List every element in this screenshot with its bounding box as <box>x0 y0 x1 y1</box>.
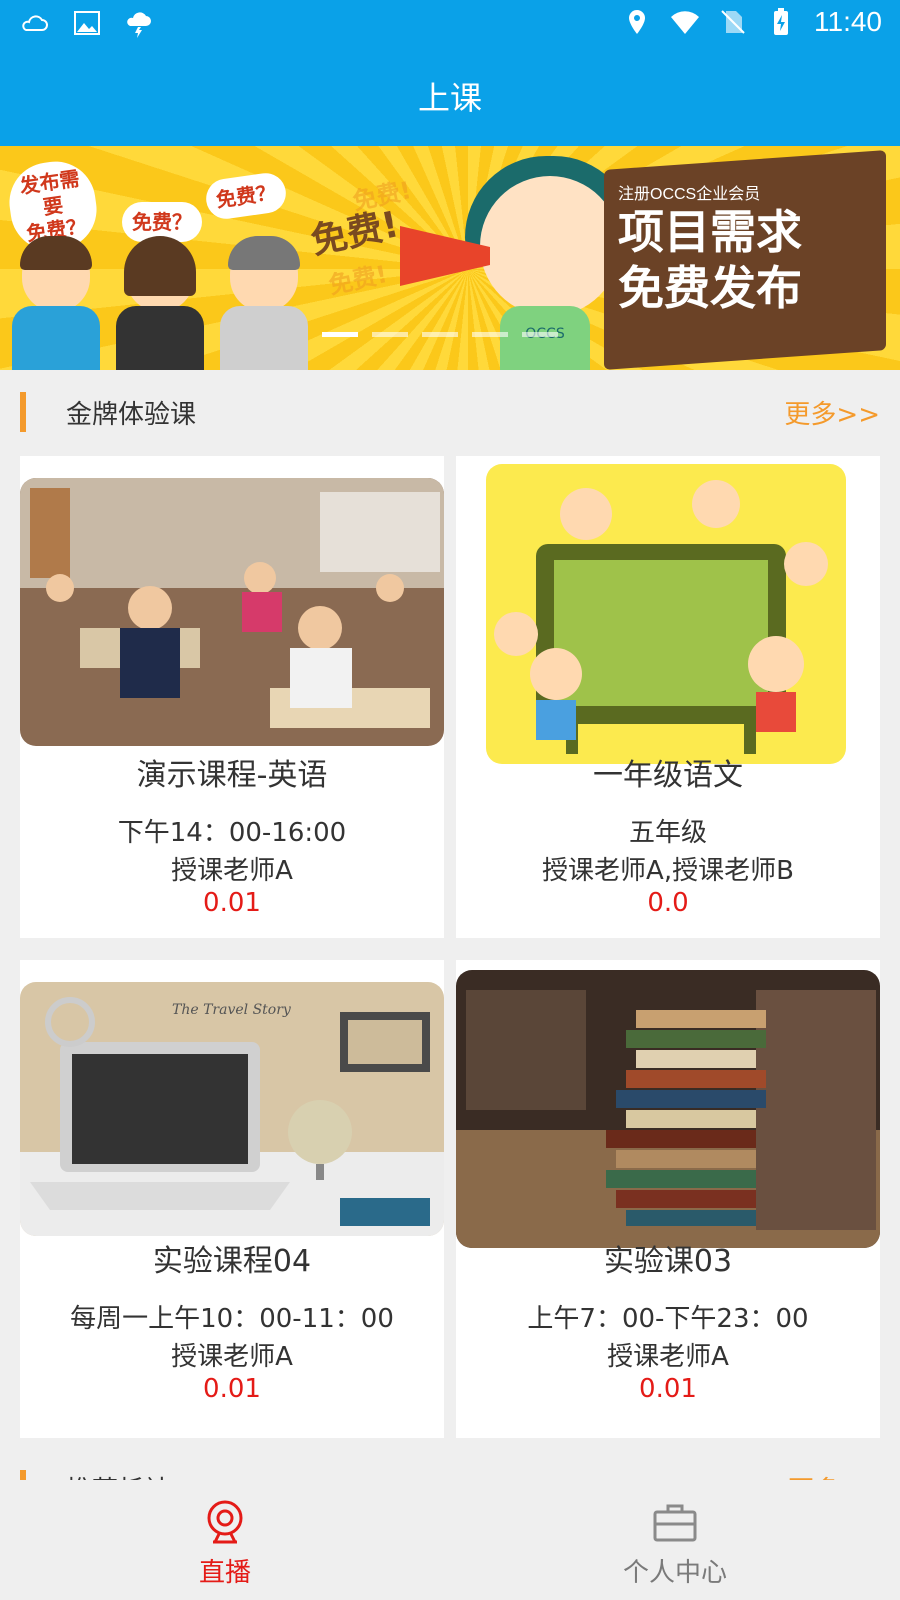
course-time: 下午14：00-16:00 <box>117 818 347 848</box>
status-bar: 11:40 <box>0 0 900 50</box>
course-teacher: 授课老师A,授课老师B <box>542 856 794 886</box>
course-teacher: 授课老师A <box>171 1342 293 1372</box>
course-card[interactable]: 演示课程-英语 下午14：00-16:00 授课老师A 0.01 <box>20 456 444 938</box>
course-name: 实验课03 <box>603 1244 733 1279</box>
section-title: 推荐析社 <box>66 1470 170 1480</box>
course-card[interactable]: 实验课03 上午7：00-下午23：00 授课老师A 0.01 <box>456 960 880 1438</box>
page-dot[interactable] <box>422 332 458 337</box>
banner-subhead: 注册OCCS企业会员 <box>618 186 761 203</box>
course-card[interactable]: 一年级语文 五年级 授课老师A,授课老师B 0.0 <box>456 456 880 938</box>
wifi-icon <box>671 11 699 34</box>
webcam-icon <box>207 1500 243 1544</box>
course-time: 每周一上午10：00-11：00 <box>70 1304 394 1334</box>
promo-banner[interactable]: 发布需要 免费？ 免费？ 免费？ 免费! 免费! 免费! OCCS 注册OCCS… <box>0 146 900 370</box>
course-price: 0.01 <box>203 1374 261 1404</box>
section-header-gold-courses: 金牌体验课 更多>> <box>0 370 900 456</box>
section-accent-bar <box>20 1470 26 1480</box>
more-link[interactable]: 更多 <box>788 1470 840 1480</box>
location-icon <box>629 10 645 34</box>
battery-charging-icon <box>774 8 788 35</box>
bottom-tab-bar: 直播 个人中心 <box>0 1480 900 1600</box>
cartoon-girl-face <box>480 176 620 316</box>
image-icon <box>74 11 100 35</box>
banner-headline-1: 项目需求 <box>618 205 802 259</box>
course-price: 0.0 <box>647 888 689 918</box>
page-dot[interactable] <box>322 332 358 337</box>
course-image-classroom <box>20 478 444 746</box>
tab-label: 个人中心 <box>622 1558 727 1588</box>
banner-headline-2: 免费发布 <box>618 261 802 315</box>
course-name: 演示课程-英语 <box>136 758 328 793</box>
course-time: 五年级 <box>628 818 707 848</box>
weather-icon <box>22 15 48 31</box>
course-image-blackboard-kids <box>486 464 846 764</box>
briefcase-icon <box>653 1504 697 1542</box>
page-title: 上课 <box>0 50 900 146</box>
section-header-recommend: 推荐析社 更多 <box>0 1440 900 1480</box>
cartoon-girl-shirt: OCCS <box>500 306 590 370</box>
course-teacher: 授课老师A <box>607 1342 729 1372</box>
course-card[interactable]: The Travel Story 实验课程04 每周一上午10：00-11：00… <box>20 960 444 1438</box>
section-title: 金牌体验课 <box>66 400 197 430</box>
course-name: 一年级语文 <box>593 758 743 793</box>
banner-page-indicator <box>322 332 558 337</box>
course-price: 0.01 <box>639 1374 697 1404</box>
tab-label: 直播 <box>198 1558 251 1588</box>
course-image-laptop: The Travel Story <box>20 982 444 1236</box>
section-accent-bar <box>20 392 26 432</box>
tab-profile[interactable]: 个人中心 <box>450 1480 900 1600</box>
clock: 11:40 <box>814 6 882 37</box>
cartoon-man-1 <box>8 236 104 370</box>
course-teacher: 授课老师A <box>171 856 293 886</box>
no-sim-icon <box>721 10 745 34</box>
course-price: 0.01 <box>203 888 261 918</box>
course-image-books <box>456 970 880 1248</box>
page-dot[interactable] <box>472 332 508 337</box>
cartoon-woman <box>112 236 208 370</box>
course-time: 上午7：00-下午23：00 <box>527 1304 809 1334</box>
banner-text-block: 注册OCCS企业会员 项目需求 免费发布 <box>618 180 880 316</box>
tab-live[interactable]: 直播 <box>0 1480 450 1600</box>
more-link[interactable]: 更多>> <box>784 394 880 431</box>
page-dot[interactable] <box>522 332 558 337</box>
page-dot[interactable] <box>372 332 408 337</box>
thunderstorm-icon <box>127 12 151 38</box>
course-name: 实验课程04 <box>152 1244 312 1279</box>
cartoon-man-2 <box>216 236 312 370</box>
